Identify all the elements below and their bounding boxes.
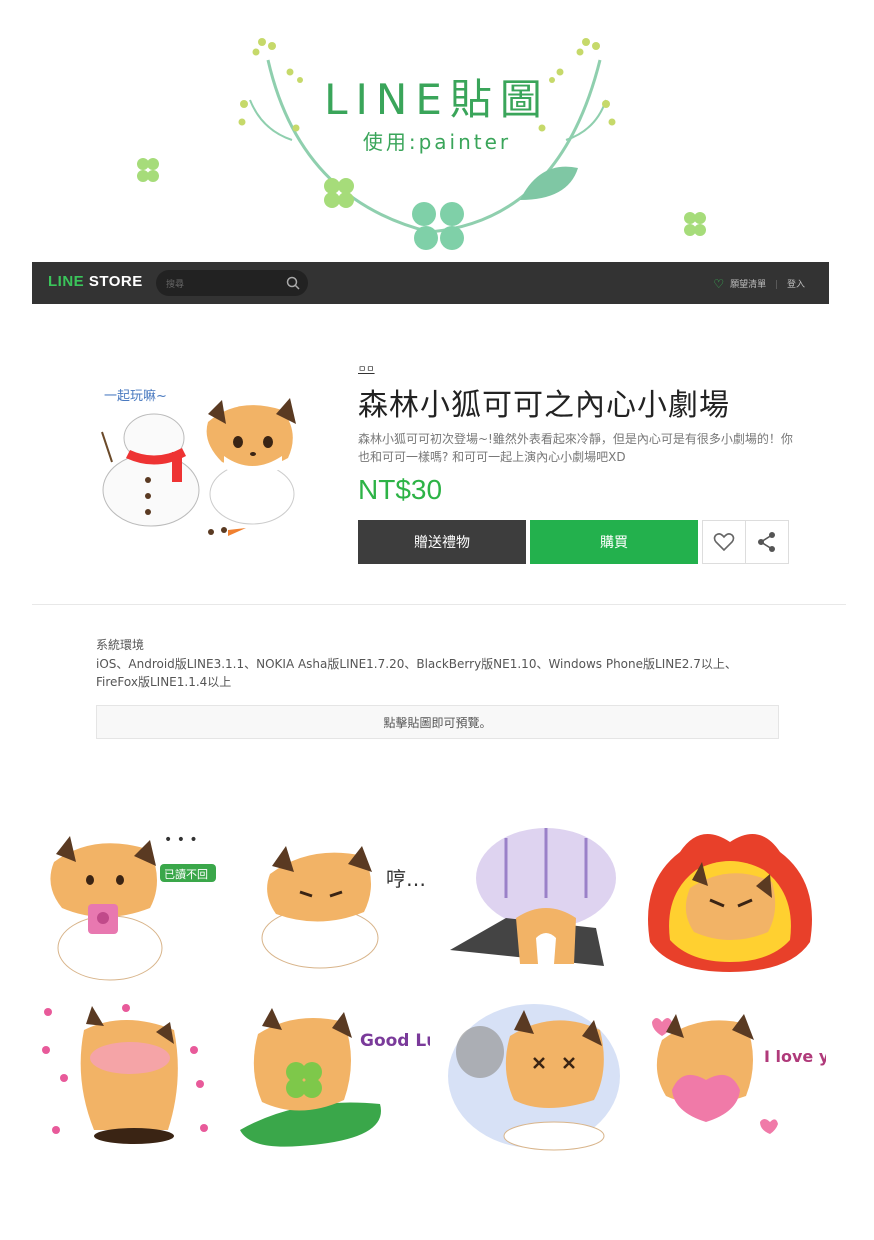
product-description: 森林小狐可可初次登場~!雖然外表看起來冷靜，但是內心可是有很多小劇場的！你也和可… <box>358 432 793 464</box>
system-env-label: 系統環境 <box>96 638 145 652</box>
sticker-dizzy[interactable] <box>444 1000 634 1160</box>
wishlist-link[interactable]: 願望清單 <box>730 280 766 290</box>
sticker-text: 哼… <box>386 867 426 891</box>
search-input[interactable]: 搜尋 <box>156 270 308 296</box>
sticker-hmph[interactable]: 哼… <box>250 822 440 982</box>
login-link[interactable]: 登入 <box>787 280 805 290</box>
sticker-text: I love you <box>764 1047 826 1066</box>
sticker-text: Good Luck! <box>360 1031 430 1051</box>
section-divider <box>32 604 846 605</box>
preview-hint: 點擊貼圖即可預覽。 <box>96 705 779 739</box>
breadcrumb[interactable]: ㅁㅁ <box>358 362 375 375</box>
product-image-caption: 一起玩嘛~ <box>104 388 167 404</box>
heart-icon <box>713 533 735 552</box>
sticker-goodluck[interactable]: Good Luck! <box>240 1000 467 1160</box>
store-navbar: LINE STORE 搜尋 ♡ 願望清單 | 登入 <box>32 262 829 304</box>
product-price: NT$30 <box>358 474 443 505</box>
sticker-text: 已讀不回 <box>164 867 208 881</box>
banner-title: LINE貼圖 <box>324 75 550 124</box>
banner-subtitle: 使用:painter <box>362 130 512 154</box>
product-title: 森林小狐可可之內心小劇場 <box>358 388 730 423</box>
search-placeholder: 搜尋 <box>166 280 185 290</box>
svg-text:• • •: • • • <box>164 832 198 848</box>
sticker-love[interactable]: I love you <box>636 1000 852 1160</box>
share-button[interactable] <box>745 520 789 564</box>
sticker-angry[interactable] <box>640 822 830 982</box>
gift-button[interactable]: 贈送禮物 <box>358 520 526 564</box>
product-image: 一起玩嘛~ <box>96 372 306 542</box>
header-banner: LINE貼圖 使用:painter <box>0 0 874 262</box>
search-icon[interactable] <box>286 276 300 290</box>
share-icon <box>758 532 775 552</box>
system-env-text: iOS、Android版LINE3.1.1、NOKIA Asha版LINE1.7… <box>96 657 737 689</box>
buy-button[interactable]: 購買 <box>530 520 698 564</box>
sticker-gloom[interactable] <box>446 818 636 978</box>
sticker-shy[interactable] <box>34 1000 224 1160</box>
wishlist-button[interactable] <box>702 520 746 564</box>
heart-icon: ♡ <box>713 277 725 291</box>
sticker-waiting[interactable]: • • • 已讀不回 <box>34 822 224 982</box>
line-store-logo[interactable]: LINE STORE <box>48 273 143 290</box>
